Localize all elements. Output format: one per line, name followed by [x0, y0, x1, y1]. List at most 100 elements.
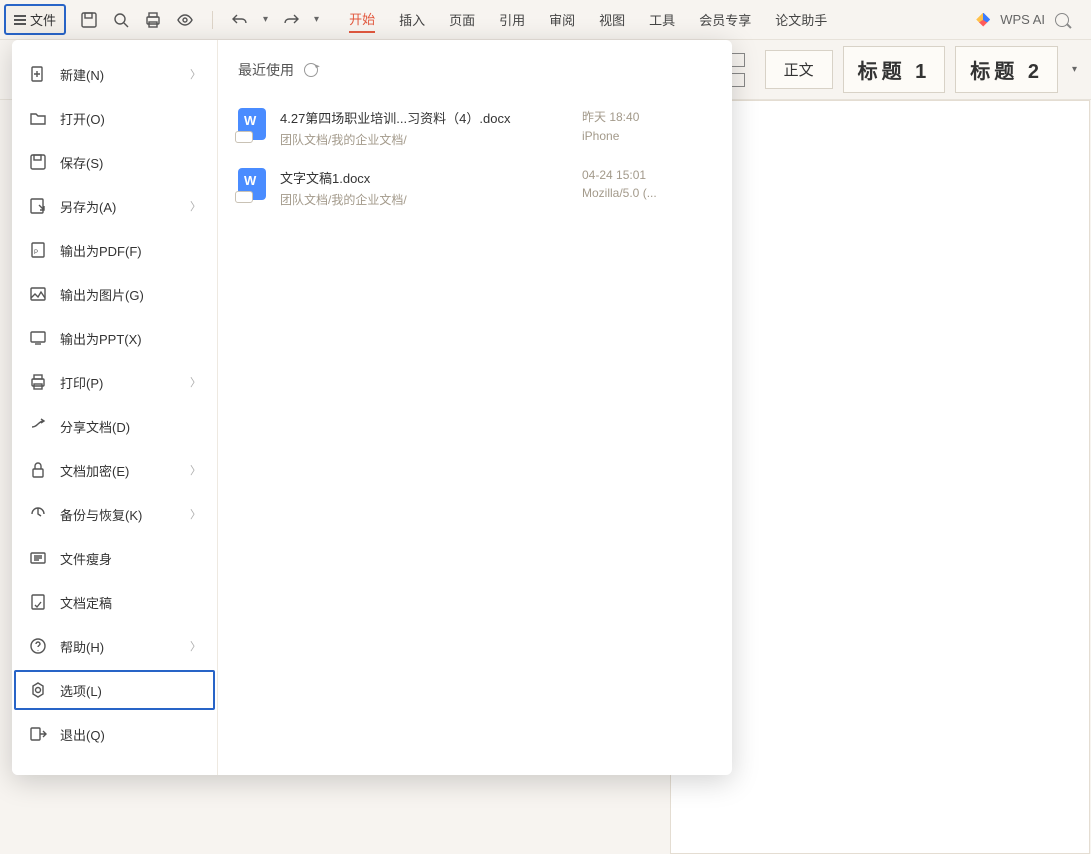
menu-open[interactable]: 打开(O): [12, 96, 217, 140]
style-heading1[interactable]: 标题 1: [843, 46, 946, 93]
style-heading2[interactable]: 标题 2: [955, 46, 1058, 93]
menu-label: 文档定稿: [60, 593, 112, 612]
menu-label: 备份与恢复(K): [60, 505, 142, 524]
menu-label: 新建(N): [60, 65, 104, 84]
recent-file-title: 4.27第四场职业培训...习资料（4）.docx: [280, 108, 568, 127]
tab-thesis[interactable]: 论文助手: [775, 7, 827, 32]
menu-export-image[interactable]: 输出为图片(G): [12, 272, 217, 316]
style-body[interactable]: 正文: [765, 50, 833, 89]
menu-label: 文档加密(E): [60, 461, 129, 480]
tab-start[interactable]: 开始: [349, 6, 375, 33]
recent-file-path: 团队文档/我的企业文档/: [280, 131, 568, 148]
menu-save-as[interactable]: 另存为(A) 〉: [12, 184, 217, 228]
refresh-icon[interactable]: [304, 63, 318, 77]
menu-exit[interactable]: 退出(Q): [12, 712, 217, 756]
wps-ai-label[interactable]: WPS AI: [1000, 12, 1045, 27]
options-icon: [28, 680, 48, 700]
styles-expand-icon[interactable]: ▾: [1068, 64, 1081, 75]
menu-label: 输出为PPT(X): [60, 329, 142, 348]
encrypt-icon: [28, 460, 48, 480]
menu-encrypt[interactable]: 文档加密(E) 〉: [12, 448, 217, 492]
menu-print[interactable]: 打印(P) 〉: [12, 360, 217, 404]
recent-file-meta: 04-24 15:01 Mozilla/5.0 (...: [582, 168, 712, 208]
save-qat-icon[interactable]: [80, 11, 98, 29]
recent-file-time: 04-24 15:01: [582, 168, 712, 182]
export-pdf-icon: P: [28, 240, 48, 260]
docx-icon: [238, 108, 266, 140]
docx-icon: [238, 168, 266, 200]
qat-separator: [212, 11, 213, 29]
tab-page[interactable]: 页面: [449, 7, 475, 32]
undo-dropdown-icon[interactable]: ▾: [263, 14, 268, 25]
recent-file-item[interactable]: 4.27第四场职业培训...习资料（4）.docx 团队文档/我的企业文档/ 昨…: [238, 98, 712, 158]
menu-label: 文件瘦身: [60, 549, 112, 568]
save-as-icon: [28, 196, 48, 216]
menu-save[interactable]: 保存(S): [12, 140, 217, 184]
ribbon-tabs: 开始 插入 页面 引用 审阅 视图 工具 会员专享 论文助手: [349, 6, 827, 33]
menu-backup[interactable]: 备份与恢复(K) 〉: [12, 492, 217, 536]
menu-label: 帮助(H): [60, 637, 104, 656]
menu-slim[interactable]: 文件瘦身: [12, 536, 217, 580]
document-page[interactable]: [670, 100, 1090, 854]
top-toolbar: 文件 ▾ ▾ 开始 插入 页面 引用 审阅 视图 工具 会员专享 论文助手 WP…: [0, 0, 1091, 40]
recent-header: 最近使用: [238, 60, 712, 80]
menu-label: 输出为PDF(F): [60, 241, 142, 260]
menu-label: 另存为(A): [60, 197, 116, 216]
topbar-right: WPS AI: [976, 12, 1087, 27]
export-ppt-icon: [28, 328, 48, 348]
recent-header-label: 最近使用: [238, 60, 294, 80]
menu-label: 选项(L): [60, 681, 102, 700]
tab-view[interactable]: 视图: [599, 7, 625, 32]
export-image-icon: [28, 284, 48, 304]
menu-label: 打印(P): [60, 373, 103, 392]
menu-export-ppt[interactable]: 输出为PPT(X): [12, 316, 217, 360]
wps-ai-icon: [976, 13, 990, 27]
redo-dropdown-icon[interactable]: ▾: [314, 14, 319, 25]
chevron-right-icon: 〉: [190, 198, 201, 214]
exit-icon: [28, 724, 48, 744]
slim-icon: [28, 548, 48, 568]
recent-file-path: 团队文档/我的企业文档/: [280, 191, 568, 208]
chevron-right-icon: 〉: [190, 66, 201, 82]
recent-file-meta: 昨天 18:40 iPhone: [582, 108, 712, 148]
save-icon: [28, 152, 48, 172]
tab-tools[interactable]: 工具: [649, 7, 675, 32]
chevron-right-icon: 〉: [190, 638, 201, 654]
chevron-right-icon: 〉: [190, 462, 201, 478]
finalize-icon: [28, 592, 48, 612]
backup-icon: [28, 504, 48, 524]
tab-insert[interactable]: 插入: [399, 7, 425, 32]
chevron-right-icon: 〉: [190, 506, 201, 522]
menu-help[interactable]: 帮助(H) 〉: [12, 624, 217, 668]
file-menu-button[interactable]: 文件: [4, 4, 66, 35]
tab-review[interactable]: 审阅: [549, 7, 575, 32]
share-icon: [28, 416, 48, 436]
redo-icon[interactable]: [282, 11, 300, 29]
print-icon: [28, 372, 48, 392]
menu-label: 退出(Q): [60, 725, 105, 744]
recent-file-title: 文字文稿1.docx: [280, 168, 568, 187]
print-preview-qat-icon[interactable]: [112, 11, 130, 29]
undo-icon[interactable]: [231, 11, 249, 29]
print-qat-icon[interactable]: [144, 11, 162, 29]
recent-column: 最近使用 4.27第四场职业培训...习资料（4）.docx 团队文档/我的企业…: [218, 40, 732, 775]
file-menu-panel: 新建(N) 〉 打开(O) 保存(S) 另存为(A) 〉 P 输出为PDF(F)…: [12, 40, 732, 775]
recent-file-item[interactable]: 文字文稿1.docx 团队文档/我的企业文档/ 04-24 15:01 Mozi…: [238, 158, 712, 218]
tab-vip[interactable]: 会员专享: [699, 7, 751, 32]
preview-qat-icon[interactable]: [176, 11, 194, 29]
menu-finalize[interactable]: 文档定稿: [12, 580, 217, 624]
menu-label: 分享文档(D): [60, 417, 130, 436]
menu-new[interactable]: 新建(N) 〉: [12, 52, 217, 96]
menu-label: 输出为图片(G): [60, 285, 144, 304]
file-menu-sidebar: 新建(N) 〉 打开(O) 保存(S) 另存为(A) 〉 P 输出为PDF(F)…: [12, 40, 218, 775]
menu-export-pdf[interactable]: P 输出为PDF(F): [12, 228, 217, 272]
search-icon[interactable]: [1055, 13, 1069, 27]
recent-file-device: iPhone: [582, 129, 712, 143]
open-folder-icon: [28, 108, 48, 128]
tab-reference[interactable]: 引用: [499, 7, 525, 32]
recent-file-device: Mozilla/5.0 (...: [582, 186, 712, 200]
menu-share[interactable]: 分享文档(D): [12, 404, 217, 448]
menu-options[interactable]: 选项(L): [12, 668, 217, 712]
hamburger-icon: [14, 15, 26, 25]
file-menu-label: 文件: [30, 10, 56, 29]
